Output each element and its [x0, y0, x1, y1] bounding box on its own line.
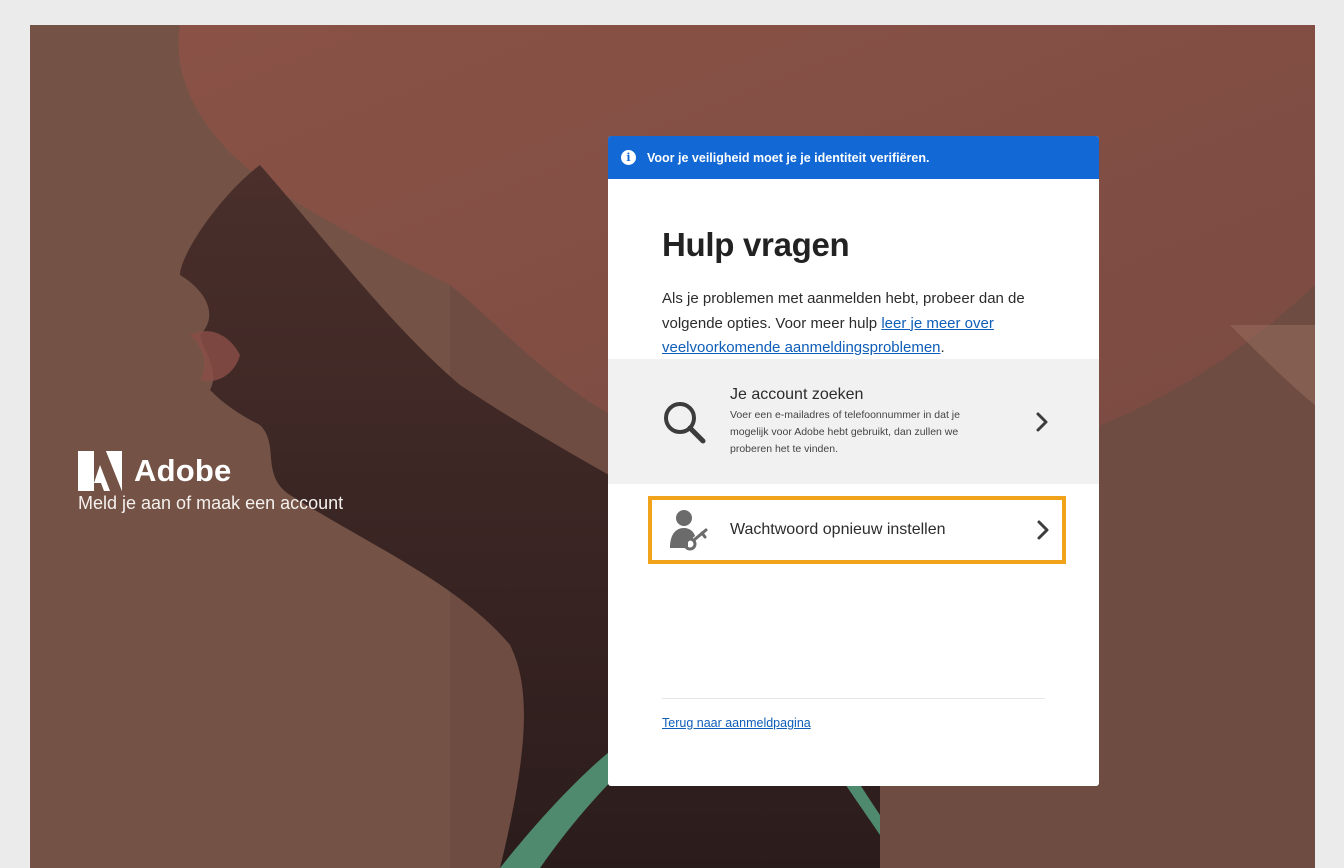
find-account-title: Je account zoeken [730, 385, 864, 403]
info-icon: i [621, 150, 636, 165]
back-to-signin-link[interactable]: Terug naar aanmeldpagina [662, 716, 811, 730]
page-title: Hulp vragen [662, 226, 850, 263]
intro-end: . [940, 339, 945, 356]
find-account-option[interactable]: Je account zoeken Voer een e-mailadres o… [608, 359, 1099, 484]
search-icon [664, 401, 706, 443]
reset-password-title: Wachtwoord opnieuw instellen [730, 521, 946, 538]
user-key-icon [670, 510, 708, 551]
find-account-description: Voer een e-mailadres of telefoonnummer i… [730, 408, 960, 455]
security-banner: i Voor je veiligheid moet je je identite… [608, 136, 1099, 179]
help-card: i Voor je veiligheid moet je je identite… [608, 136, 1099, 786]
reset-password-text: Wachtwoord opnieuw instellen [730, 521, 946, 539]
footer-divider [662, 698, 1045, 699]
adobe-logo-icon [78, 451, 122, 491]
brand-name: Adobe [134, 453, 232, 488]
banner-text: Voor je veiligheid moet je je identiteit… [647, 150, 930, 165]
brand-block: Adobe Meld je aan of maak een account [78, 451, 343, 514]
brand-tagline: Meld je aan of maak een account [78, 493, 344, 513]
intro-text: Als je problemen met aanmelden hebt, pro… [662, 287, 1042, 361]
chevron-right-icon [1037, 520, 1049, 540]
chevron-right-icon [1036, 412, 1048, 431]
reset-password-option[interactable]: Wachtwoord opnieuw instellen [648, 496, 1066, 564]
find-account-text: Je account zoeken Voer een e-mailadres o… [730, 386, 975, 458]
